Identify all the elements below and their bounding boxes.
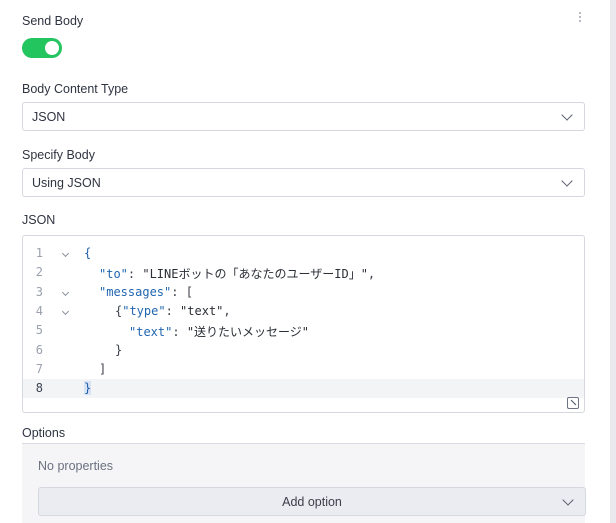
body-content-type-select[interactable]: JSON <box>22 102 585 131</box>
line-number: 2 <box>35 265 43 280</box>
code-line[interactable]: 3 "messages": [ <box>23 283 584 302</box>
line-number: 3 <box>35 284 43 299</box>
no-properties-text: No properties <box>38 459 114 473</box>
specify-body-value: Using JSON <box>32 176 101 190</box>
code-token: "LINEボットの「あなたのユーザーID」" <box>142 267 368 282</box>
code-token: : <box>127 267 143 282</box>
code-token: : [ <box>171 284 193 299</box>
line-number: 1 <box>35 246 43 260</box>
chevron-down-icon <box>561 109 573 121</box>
code-line[interactable]: 5 "text": "送りたいメッセージ" <box>23 321 584 340</box>
code-token: { <box>84 246 92 260</box>
line-number: 6 <box>35 342 43 357</box>
json-label: JSON <box>22 213 56 227</box>
code-line[interactable]: 2 "to": "LINEボットの「あなたのユーザーID」", <box>23 263 584 282</box>
specify-body-select[interactable]: Using JSON <box>22 168 585 197</box>
code-token: "text" <box>180 303 224 318</box>
code-token: "to" <box>99 267 128 282</box>
code-token: } <box>115 342 123 357</box>
options-label: Options <box>22 426 66 440</box>
send-body-label: Send Body <box>22 14 84 28</box>
code-text: {"type": "text", <box>115 304 231 318</box>
code-token: : <box>172 325 187 340</box>
specify-body-label: Specify Body <box>22 148 95 162</box>
line-number: 8 <box>35 381 43 396</box>
code-token: , <box>367 267 376 282</box>
body-content-type-value: JSON <box>32 110 66 124</box>
code-text: ] <box>99 362 106 376</box>
chevron-down-icon <box>561 175 573 187</box>
body-content-type-label: Body Content Type <box>22 82 129 96</box>
line-number: 7 <box>35 361 43 376</box>
fold-chevron-icon[interactable] <box>61 307 70 315</box>
json-code-editor[interactable]: 1{2 "to": "LINEボットの「あなたのユーザーID」", 3 "messag… <box>22 235 585 413</box>
add-option-button[interactable]: Add option <box>38 487 586 516</box>
code-text: } <box>115 343 122 357</box>
node-parameters-panel: Send Body Body Content Type JSON Specify… <box>0 0 606 523</box>
scrollbar[interactable] <box>610 0 616 523</box>
code-text: "messages": [ <box>99 285 193 299</box>
kebab-vertical-icon[interactable] <box>576 12 584 26</box>
send-body-toggle[interactable] <box>22 38 62 58</box>
code-text: "text": "送りたいメッセージ" <box>129 323 309 340</box>
code-text: { <box>84 246 91 260</box>
code-text: } <box>84 381 92 396</box>
code-line[interactable]: 6} <box>23 341 584 360</box>
fold-chevron-icon[interactable] <box>61 249 70 258</box>
code-token: : <box>165 303 181 318</box>
code-line[interactable]: 1{ <box>23 244 584 263</box>
code-text: "to": "LINEボットの「あなたのユーザーID」", <box>99 265 375 282</box>
code-token: , <box>223 303 231 318</box>
code-line[interactable]: 4 {"type": "text", <box>23 302 584 321</box>
code-token: } <box>84 381 92 396</box>
code-token: "送りたいメッセージ" <box>186 325 310 340</box>
add-option-label: Add option <box>282 495 342 509</box>
code-token: "messages" <box>99 284 172 299</box>
fold-chevron-icon[interactable] <box>61 288 70 296</box>
resize-corner-icon[interactable] <box>567 397 579 409</box>
code-token: ] <box>99 361 107 376</box>
line-number: 4 <box>35 303 43 318</box>
code-token: "text" <box>129 325 173 340</box>
line-number: 5 <box>35 323 43 338</box>
code-line[interactable]: 8} <box>23 379 584 399</box>
code-line[interactable]: 7] <box>23 360 584 379</box>
code-token: "type" <box>122 303 166 318</box>
toggle-knob <box>45 41 59 55</box>
